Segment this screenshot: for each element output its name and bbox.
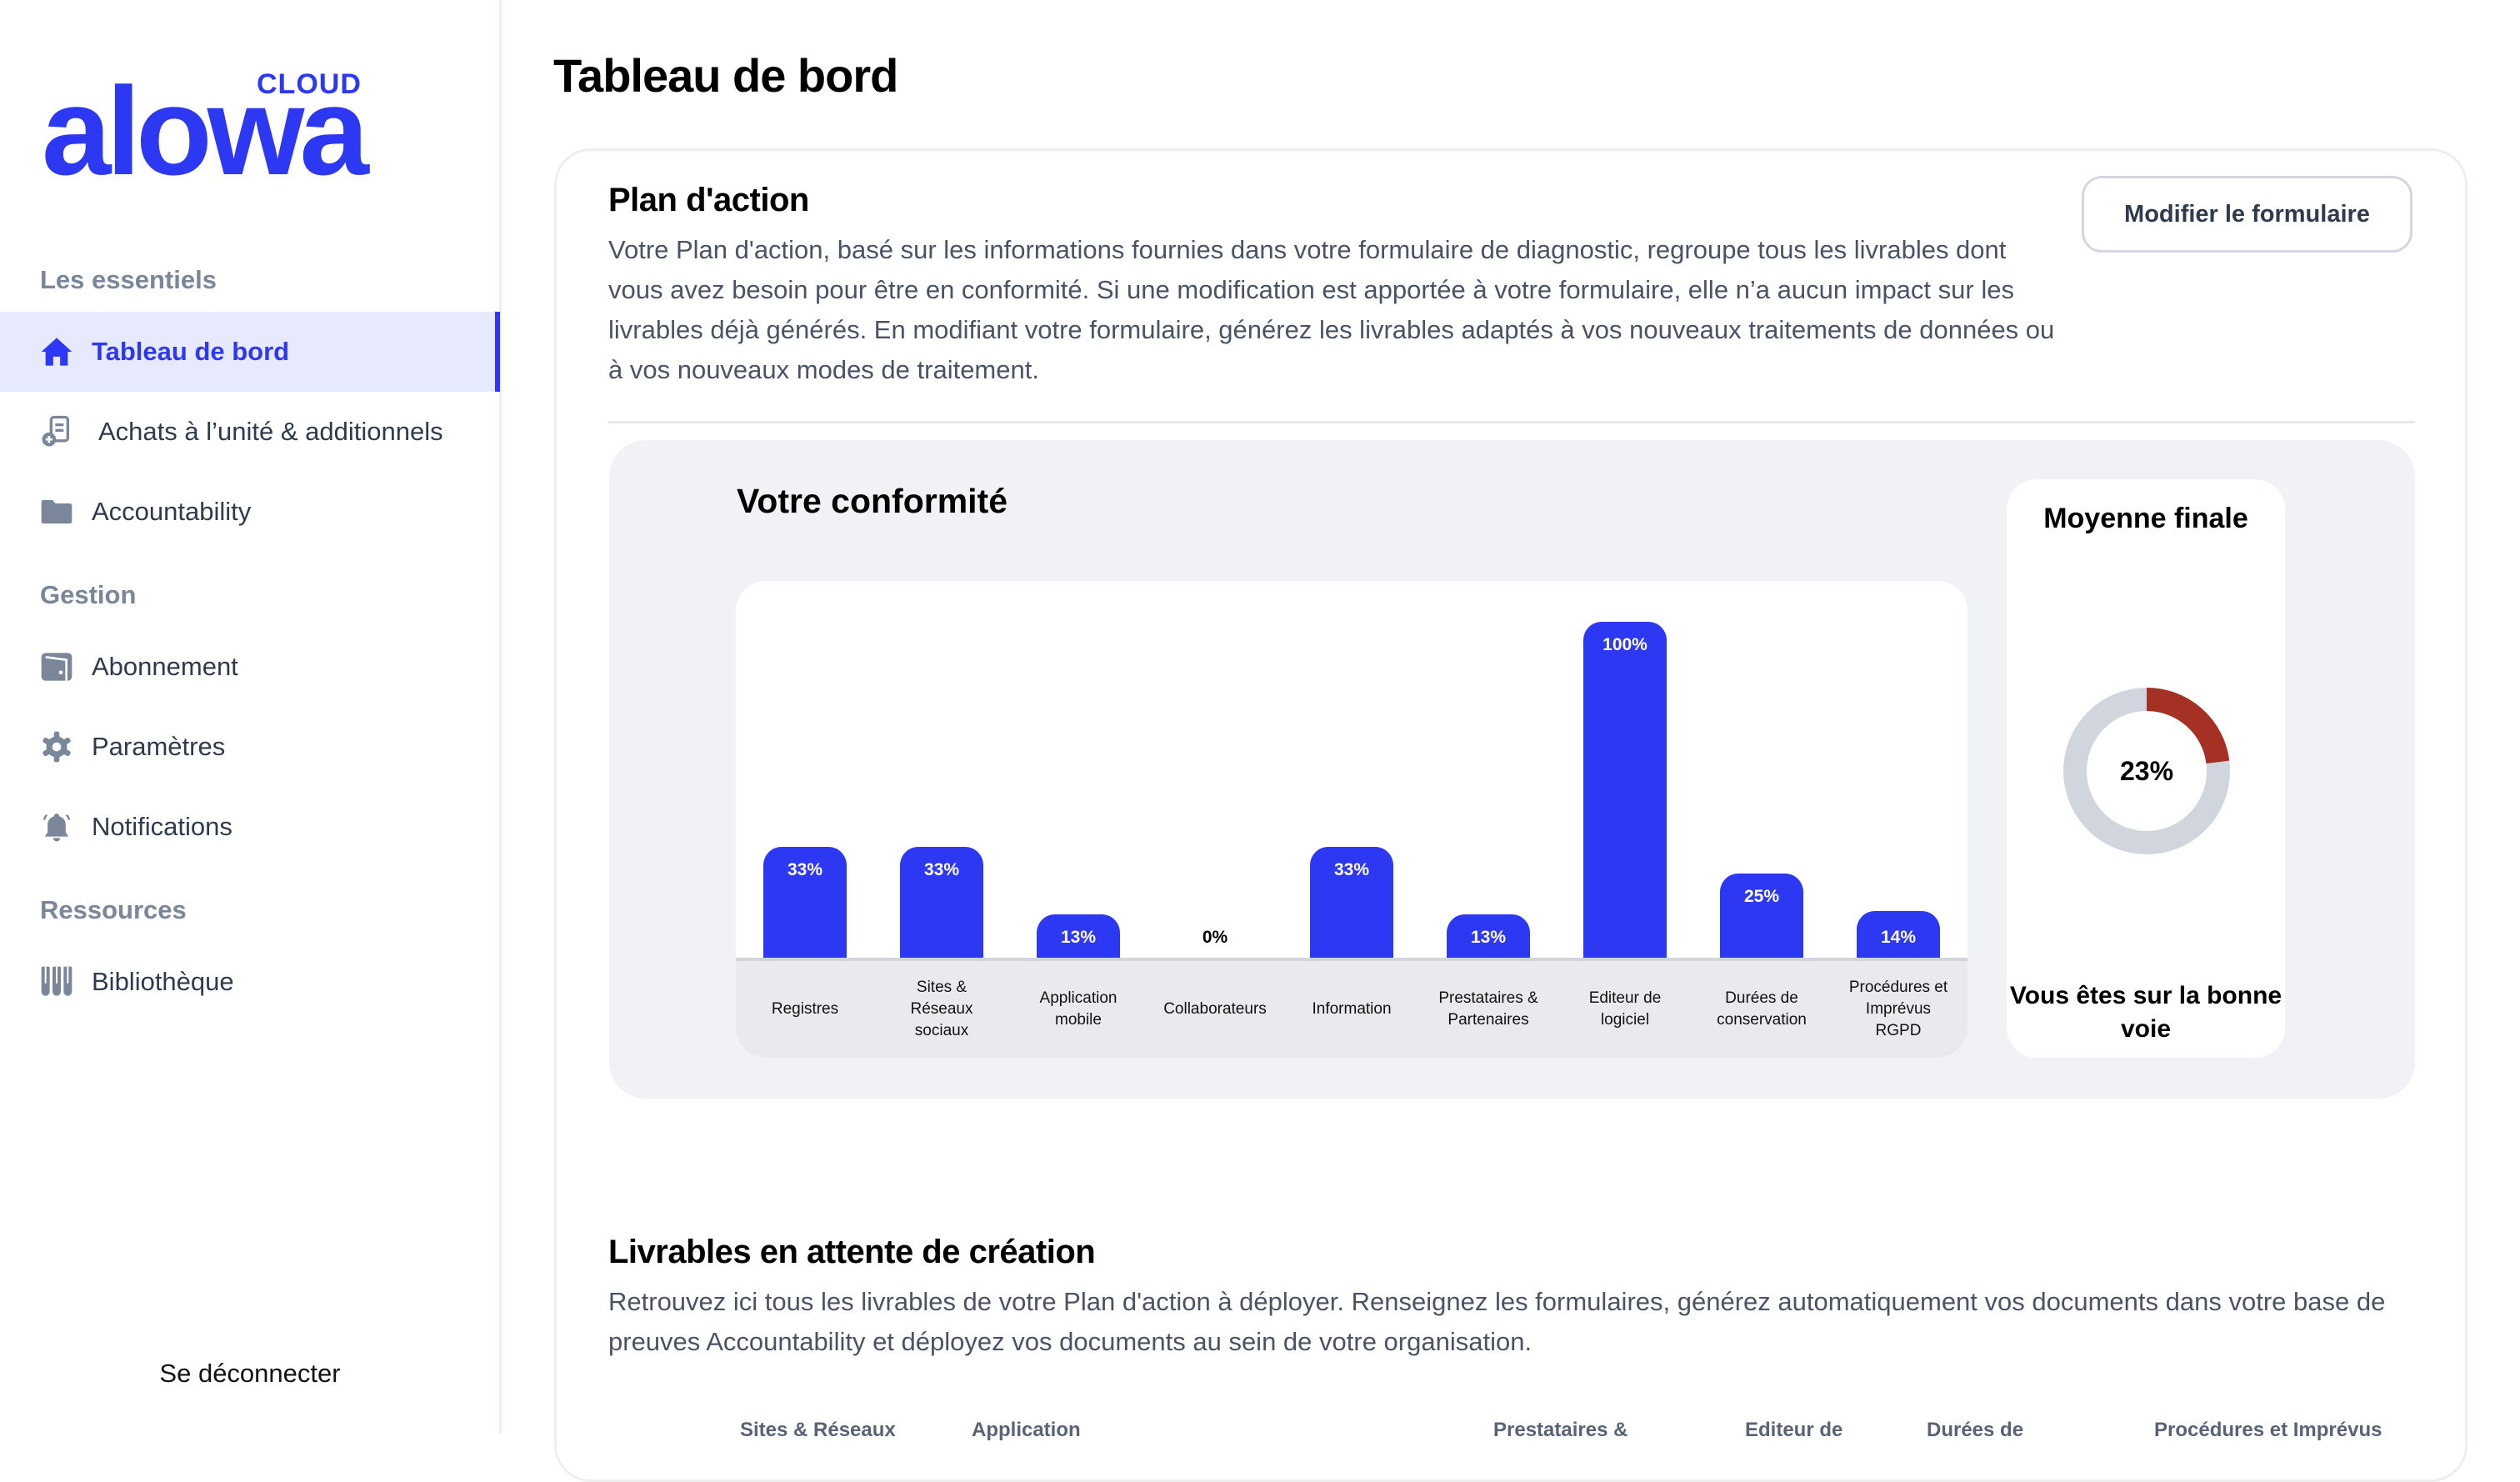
bar	[1583, 622, 1667, 958]
logout-button[interactable]: Se déconnecter	[0, 1359, 500, 1389]
x-tick-label: Editeur de logiciel	[1588, 989, 1662, 1029]
x-tick-label: Information	[1312, 1000, 1392, 1018]
livrables-tab[interactable]: Procédures et Imprévus	[2154, 1419, 2382, 1442]
brand-name: alowa	[42, 61, 369, 201]
bar-value-label: 33%	[1333, 860, 1370, 879]
livrables-tab[interactable]: Durées de	[1927, 1419, 2023, 1442]
home-icon	[40, 335, 73, 368]
wallet-icon	[40, 650, 73, 683]
x-tick-label: Procédures et Imprévus RGPD	[1848, 979, 1948, 1039]
bar-value-label: 33%	[787, 860, 823, 879]
bell-icon	[40, 810, 73, 844]
bar-value-label: 13%	[1060, 928, 1097, 947]
sidebar-item-label: Tableau de bord	[92, 337, 290, 366]
final-average-message: Vous êtes sur la bonne voie	[2009, 982, 2282, 1043]
x-tick-label: Collaborateurs	[1163, 1000, 1267, 1018]
sidebar-item-label: Bibliothèque	[92, 967, 234, 996]
conformity-title: Votre conformité	[737, 482, 1008, 520]
books-icon	[40, 965, 73, 999]
page-title: Tableau de bord	[553, 49, 898, 102]
sidebar-item-accountability[interactable]: Accountability	[0, 472, 500, 552]
livrables-tab[interactable]: Sites & Réseaux	[740, 1419, 896, 1442]
plan-title: Plan d'action	[608, 182, 809, 218]
livrables-title: Livrables en attente de création	[608, 1234, 1096, 1270]
donut-value-label: 23%	[2120, 756, 2173, 786]
folder-icon	[40, 495, 73, 528]
livrables-tab[interactable]: Editeur de	[1745, 1419, 1842, 1442]
divider	[608, 421, 2415, 423]
sidebar-item-label: Notifications	[92, 812, 232, 841]
x-tick-label: Prestataires & Partenaires	[1438, 989, 1538, 1029]
x-tick-label: Sites & Réseaux sociaux	[910, 979, 973, 1039]
bar-value-label: 100%	[1602, 635, 1648, 654]
document-add-icon	[40, 415, 73, 448]
bar-value-label: 13%	[1470, 928, 1507, 947]
final-average-title: Moyenne finale	[2043, 503, 2248, 534]
sidebar-item-tableau-de-bord[interactable]: Tableau de bord	[0, 312, 500, 392]
bar-value-label: 14%	[1880, 928, 1917, 947]
bar-value-label: 25%	[1743, 887, 1780, 906]
livrables-tab[interactable]: Application	[972, 1419, 1081, 1442]
x-tick-label: Registres	[771, 1000, 839, 1018]
final-average-donut: 23%	[2063, 688, 2230, 854]
bar-value-label: 33%	[923, 860, 960, 879]
sidebar-item-label: Paramètres	[92, 732, 226, 761]
sidebar-item-abonnement[interactable]: Abonnement	[0, 627, 500, 707]
sidebar-item-achats[interactable]: Achats à l’unité & additionnels	[0, 392, 500, 472]
sidebar-item-label: Abonnement	[92, 652, 238, 681]
section-label-essentiels: Les essentiels	[40, 265, 217, 294]
section-label-ressources: Ressources	[40, 895, 187, 924]
livrables-description: Retrouvez ici tous les livrables de votr…	[608, 1287, 2386, 1356]
sidebar-item-parametres[interactable]: Paramètres	[0, 707, 500, 787]
sidebar-item-label: Accountability	[92, 497, 252, 526]
x-tick-label: Application mobile	[1039, 989, 1118, 1029]
edit-form-button[interactable]: Modifier le formulaire	[2082, 176, 2412, 253]
sidebar-item-bibliotheque[interactable]: Bibliothèque	[0, 942, 500, 1022]
sidebar: CLOUD alowa Les essentiels Tableau de bo…	[0, 0, 502, 1434]
conformity-bar-chart: 33% Registres 33% Sites & Réseaux sociaux 13% A…	[736, 581, 1968, 1058]
bar-value-label: 0%	[1202, 928, 1228, 947]
gear-icon	[40, 730, 73, 764]
sidebar-item-notifications[interactable]: Notifications	[0, 787, 500, 867]
sidebar-item-label: Achats à l’unité & additionnels	[98, 417, 443, 446]
livrables-tab[interactable]: Prestataires &	[1493, 1419, 1628, 1442]
x-tick-label: Durées de conservation	[1717, 989, 1807, 1029]
brand-logo[interactable]: CLOUD alowa	[42, 68, 375, 193]
final-average-card: Moyenne finale 23% Vous êtes sur la bonn…	[2007, 479, 2285, 1058]
plan-description: Votre Plan d'action, basé sur les inform…	[608, 235, 2055, 384]
section-label-gestion: Gestion	[40, 580, 137, 609]
